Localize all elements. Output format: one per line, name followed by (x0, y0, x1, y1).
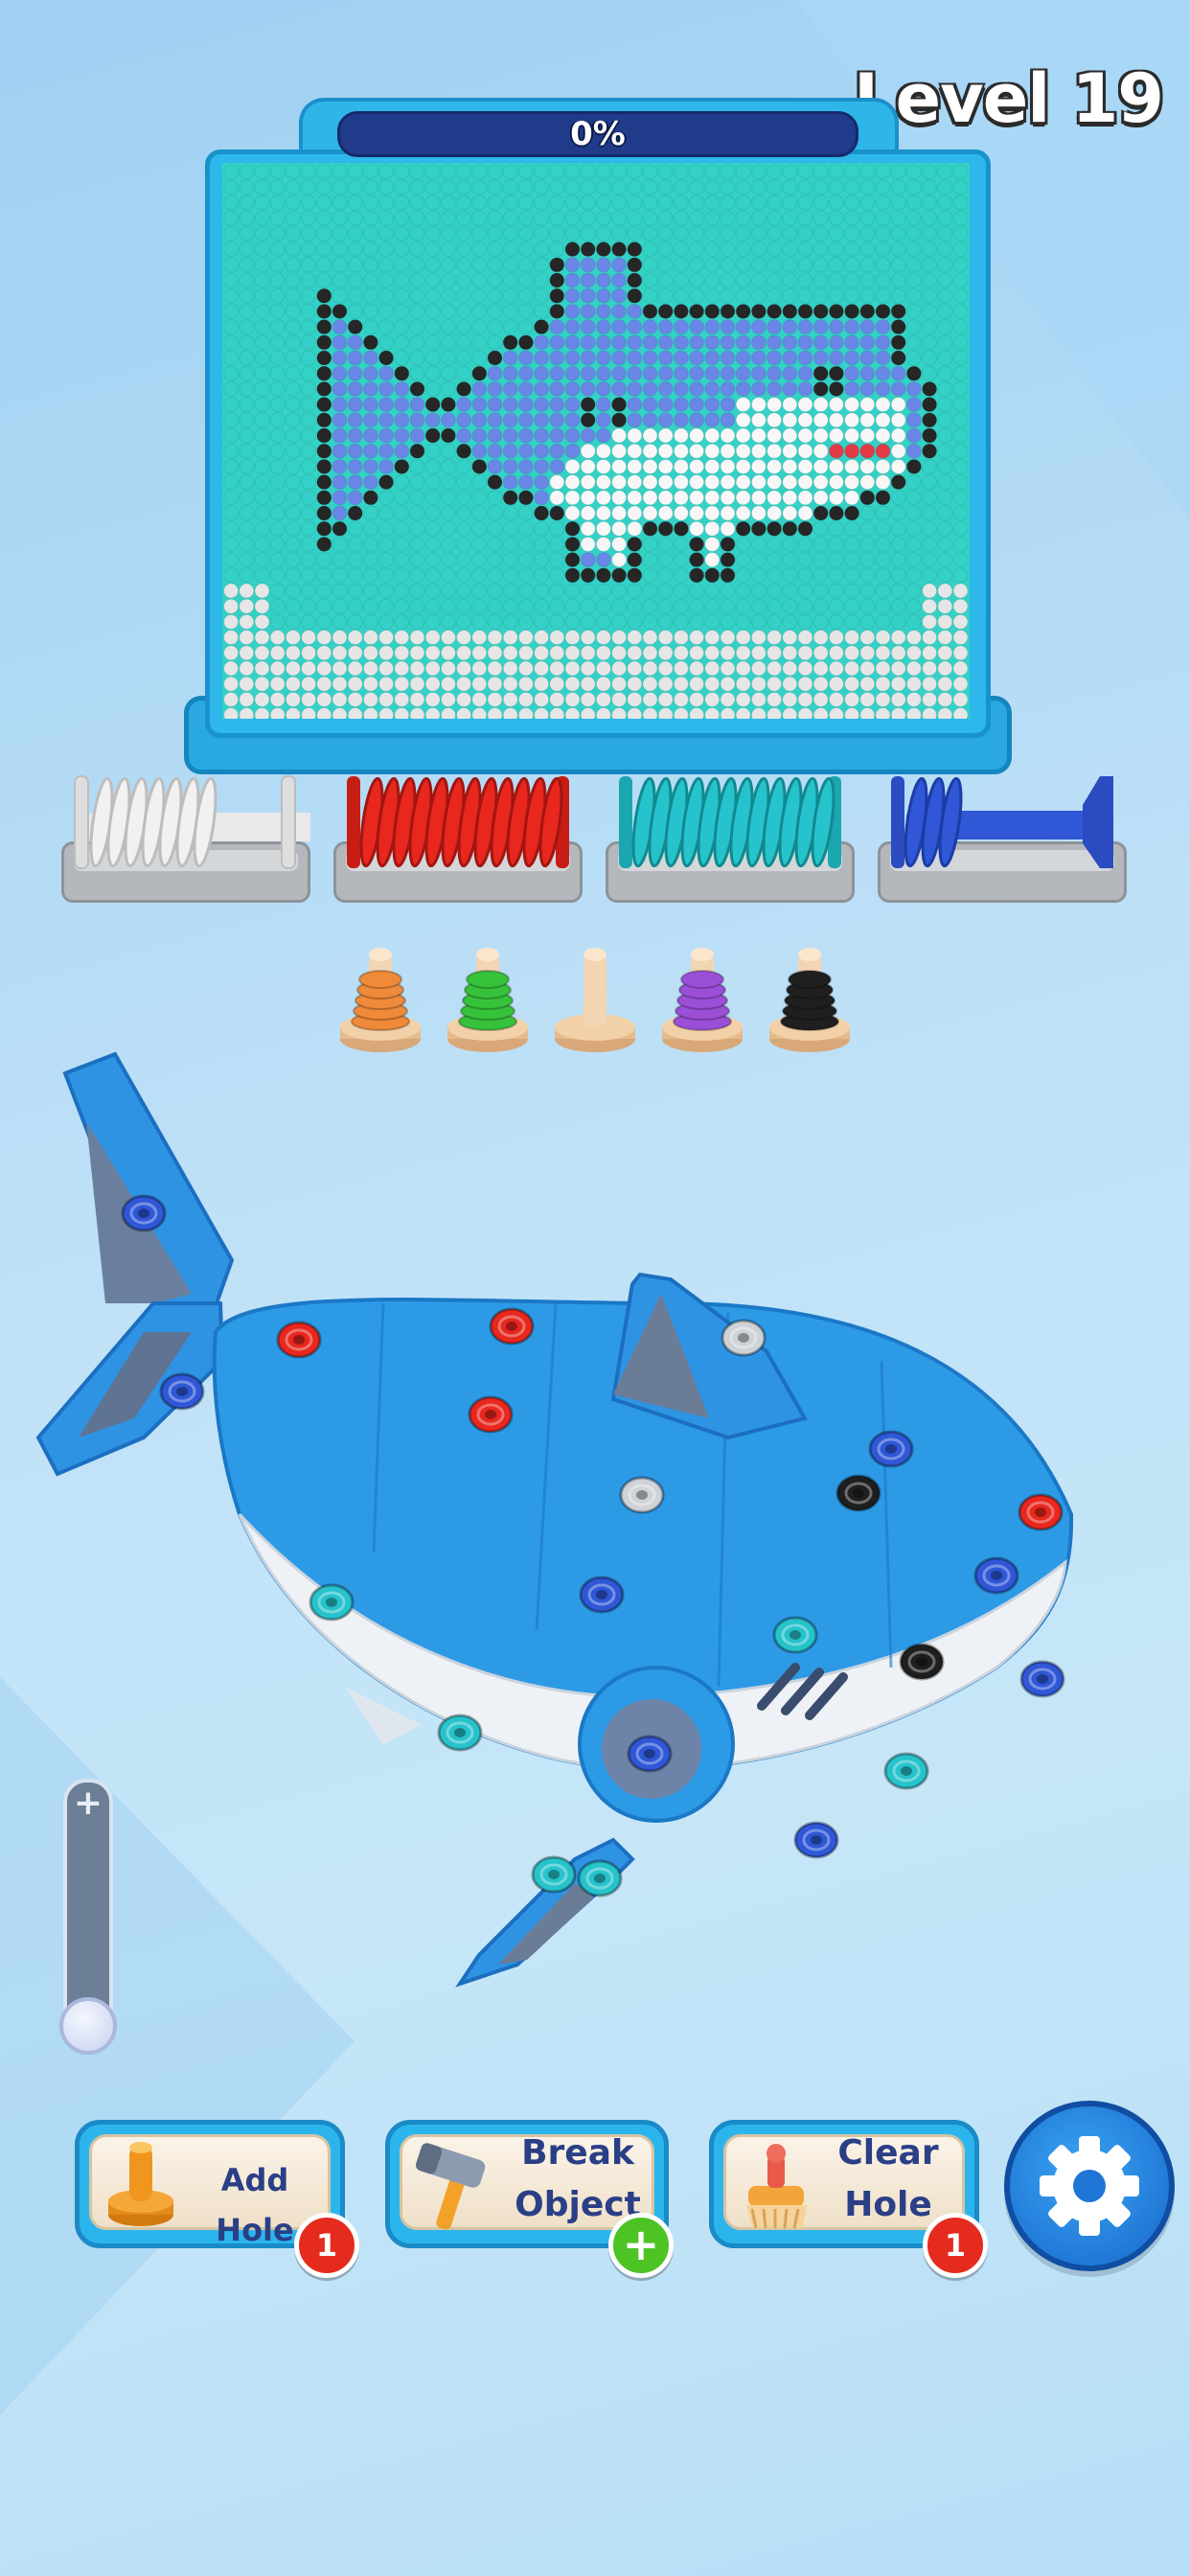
screw[interactable] (1018, 1493, 1064, 1531)
spool-red-icon (347, 776, 569, 868)
screw[interactable] (721, 1319, 767, 1357)
brush-icon (746, 2144, 808, 2229)
clear-hole-button[interactable]: Clear Hole 1 (709, 2120, 988, 2278)
screw[interactable] (309, 1583, 355, 1622)
add-hole-button[interactable]: Add Hole 1 (75, 2120, 359, 2278)
spool-blue[interactable] (878, 767, 1127, 903)
screw[interactable] (437, 1714, 483, 1752)
screw[interactable] (883, 1752, 929, 1790)
gear-icon (1040, 2136, 1139, 2236)
break-object-button[interactable]: Break Object + (385, 2120, 674, 2278)
level-title: Level 19 (854, 59, 1164, 138)
progress-bar: 0% (337, 111, 858, 157)
spool-white[interactable] (61, 767, 310, 903)
hammer-icon (415, 2143, 486, 2230)
screw[interactable] (835, 1474, 881, 1512)
add-hole-count-badge: 1 (294, 2213, 359, 2278)
screw[interactable] (619, 1476, 665, 1514)
screw[interactable] (772, 1616, 818, 1654)
break-object-label-line1: Break (521, 2133, 634, 2173)
screw[interactable] (159, 1372, 205, 1411)
clear-hole-count-badge: 1 (923, 2213, 988, 2278)
screw[interactable] (121, 1194, 167, 1232)
spool-cyan[interactable] (606, 767, 855, 903)
spool-blue-icon (891, 776, 1113, 868)
screw[interactable] (1019, 1660, 1065, 1698)
shark-3d-model[interactable] (0, 1016, 1190, 2032)
zoom-slider-handle[interactable] (59, 1997, 117, 2055)
clear-hole-label-line1: Clear (837, 2133, 939, 2173)
peg-icon (108, 2142, 173, 2226)
screw[interactable] (531, 1855, 577, 1894)
pixel-art-shark (222, 163, 970, 719)
screw[interactable] (579, 1576, 625, 1614)
zoom-plus-icon: + (73, 1783, 103, 1823)
screw[interactable] (489, 1307, 535, 1346)
screw[interactable] (973, 1556, 1019, 1595)
spool-cyan-icon (619, 776, 841, 868)
screw[interactable] (793, 1821, 839, 1859)
break-object-plus-badge: + (608, 2213, 674, 2278)
screw[interactable] (276, 1321, 322, 1359)
settings-button[interactable] (1004, 2101, 1175, 2271)
screw[interactable] (899, 1643, 945, 1681)
progress-label: 0% (570, 115, 626, 153)
screw[interactable] (468, 1395, 514, 1434)
spool-red[interactable] (333, 767, 583, 903)
screw[interactable] (868, 1430, 914, 1468)
screw[interactable] (627, 1735, 673, 1773)
spool-white-icon (74, 775, 310, 869)
screw[interactable] (577, 1859, 623, 1898)
